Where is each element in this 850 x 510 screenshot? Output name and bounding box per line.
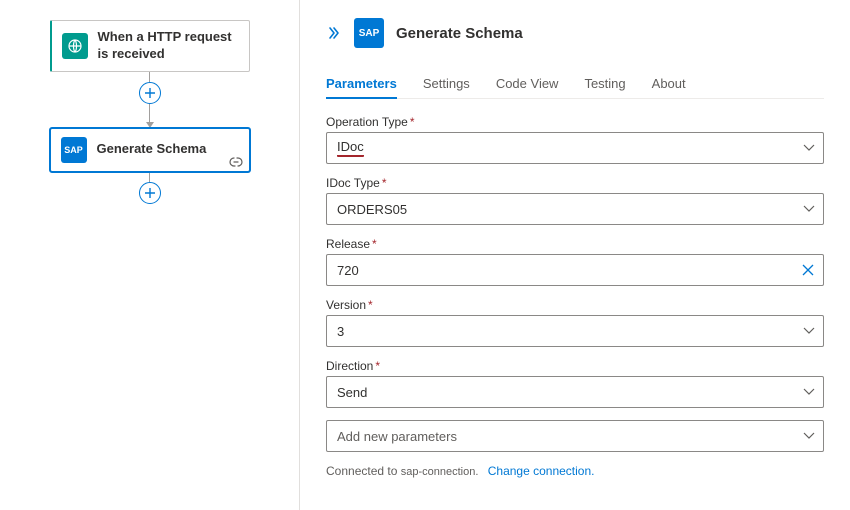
tab-parameters[interactable]: Parameters [326, 70, 397, 99]
add-parameters-select[interactable]: Add new parameters [326, 420, 824, 452]
chevron-down-icon [803, 205, 815, 213]
operation-type-value: IDoc [337, 139, 364, 157]
release-value: 720 [337, 263, 359, 278]
clear-icon[interactable] [801, 263, 815, 277]
release-input[interactable]: 720 [326, 254, 824, 286]
tab-code-view[interactable]: Code View [496, 70, 559, 99]
label-operation-type: Operation Type [326, 115, 408, 129]
collapse-panel-button[interactable] [326, 26, 340, 40]
connector-end [30, 172, 269, 204]
required-icon: * [368, 298, 373, 312]
label-idoc-type: IDoc Type [326, 176, 380, 190]
panel-tabs: Parameters Settings Code View Testing Ab… [326, 70, 824, 99]
direction-value: Send [337, 385, 367, 400]
required-icon: * [375, 359, 380, 373]
sap-icon: SAP [61, 137, 87, 163]
chevron-down-icon [803, 144, 815, 152]
chevron-down-icon [803, 388, 815, 396]
required-icon: * [382, 176, 387, 190]
version-value: 3 [337, 324, 344, 339]
field-direction: Direction* Send [326, 359, 824, 408]
sap-icon: SAP [354, 18, 384, 48]
idoc-type-value: ORDERS05 [337, 202, 407, 217]
tab-about[interactable]: About [652, 70, 686, 99]
panel-title: Generate Schema [396, 25, 523, 42]
direction-select[interactable]: Send [326, 376, 824, 408]
arrow-down-icon [146, 122, 154, 128]
connection-footer: Connected to sap-connection. Change conn… [326, 464, 824, 478]
tab-testing[interactable]: Testing [584, 70, 625, 99]
add-parameters-placeholder: Add new parameters [337, 429, 457, 444]
label-version: Version [326, 298, 366, 312]
required-icon: * [410, 115, 415, 129]
chevron-down-icon [803, 432, 815, 440]
workflow-canvas: When a HTTP request is received SAP Gene… [0, 0, 300, 510]
add-step-button-end[interactable] [139, 182, 161, 204]
trigger-node-http[interactable]: When a HTTP request is received [50, 20, 250, 72]
field-operation-type: Operation Type* IDoc [326, 115, 824, 164]
operation-type-select[interactable]: IDoc [326, 132, 824, 164]
connected-prefix: Connected to [326, 464, 401, 478]
required-icon: * [372, 237, 377, 251]
field-release: Release* 720 [326, 237, 824, 286]
add-step-button[interactable] [139, 82, 161, 104]
field-add-parameters: Add new parameters [326, 420, 824, 452]
connection-indicator-icon [229, 157, 243, 167]
panel-header: SAP Generate Schema [326, 18, 824, 48]
action-node-title: Generate Schema [97, 141, 207, 158]
connection-name: sap-connection. [401, 466, 479, 478]
version-select[interactable]: 3 [326, 315, 824, 347]
idoc-type-select[interactable]: ORDERS05 [326, 193, 824, 225]
label-release: Release [326, 237, 370, 251]
action-details-panel: SAP Generate Schema Parameters Settings … [300, 0, 850, 510]
field-idoc-type: IDoc Type* ORDERS05 [326, 176, 824, 225]
chevron-down-icon [803, 327, 815, 335]
field-version: Version* 3 [326, 298, 824, 347]
action-node-generate-schema[interactable]: SAP Generate Schema [50, 128, 250, 172]
trigger-node-title: When a HTTP request is received [98, 29, 239, 63]
label-direction: Direction [326, 359, 373, 373]
change-connection-link[interactable]: Change connection. [488, 464, 595, 478]
http-request-icon [62, 33, 88, 59]
connector [30, 72, 269, 128]
tab-settings[interactable]: Settings [423, 70, 470, 99]
